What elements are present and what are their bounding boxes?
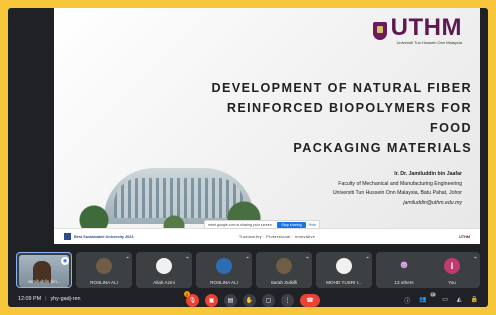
participant-name: MOHD YUSRI I... [326,280,362,285]
side-panel-buttons: ⓘ 👥15 ▭ ◭ 🔒 [404,292,478,305]
slide-title: DEVELOPMENT OF NATURAL FIBER REINFORCED … [204,78,472,158]
people-icon[interactable]: 👥15 [419,292,437,305]
more-vert-icon: ⋮ [284,298,291,304]
mic-off-icon: ⌁ [365,255,369,261]
footer-left: Best Sustainable University 2023 [64,233,194,240]
avatar [156,258,172,274]
footer-tagline: Trustworthy · Professional · Innovative [238,234,316,239]
people-icon: ☻ [398,259,410,271]
mic-off-icon: ⌁ [125,255,129,261]
separator: | [45,296,47,302]
meet-window: UTHM Universiti Tun Hussein Onn Malaysia… [8,8,488,307]
meeting-info: 12:09 PM | yhy-gadj-ren [18,296,80,302]
chat-icon[interactable]: ▭ [442,296,448,305]
participant-tile[interactable]: ⌁ ROSLINA ALI [76,252,132,288]
logo-subtitle: Universiti Tun Hussein Onn Malaysia [396,40,462,45]
avatar [276,258,292,274]
share-text: meet.google.com is sharing your screen. [208,222,273,227]
camera-off-icon: ▣ [208,298,215,304]
footer-right: UTHM [459,234,470,239]
participant-name: ROSLINA ALI [90,280,118,285]
people-count-badge: 15 [429,292,437,297]
self-avatar: I [444,258,460,274]
activities-icon[interactable]: ◭ [457,296,462,305]
participant-tile[interactable]: ⌁ Sarah Zulkifli [256,252,312,288]
avatar [216,258,232,274]
self-name: You [448,280,456,285]
avatar [336,258,352,274]
mic-off-icon: 🎙 [188,298,197,304]
lock-icon[interactable]: 🔒 [471,296,478,305]
clock-time: 12:09 PM [18,296,42,302]
meeting-code[interactable]: yhy-gadj-ren [50,296,80,302]
microphone-button[interactable]: 🎙 1 [184,291,199,307]
participant-name: Jamiluddin bin... [27,279,61,284]
control-buttons: 🎙 1 ▣ ▤ ✋ ▢ ⋮ ☎ [184,291,320,307]
participant-name: Sarah Zulkifli [270,280,298,285]
captions-icon: ▤ [227,298,234,304]
camera-button[interactable]: ▣ [205,294,218,307]
mic-off-icon: ⌁ [245,255,249,261]
hide-button[interactable]: Hide [309,223,316,227]
hand-icon: ✋ [245,298,254,304]
participant-strip: ◉ Jamiluddin bin... ⌁ ROSLINA ALI ⌁ Alia… [8,252,488,288]
mic-off-icon: ⌁ [185,255,189,261]
uthm-logo: UTHM Universiti Tun Hussein Onn Malaysia [372,14,462,45]
participant-name: ROSLINA ALI [210,280,238,285]
screen-share-notice: meet.google.com is sharing your screen. … [204,220,320,229]
participant-tile[interactable]: ⌁ MOHD YUSRI I... [316,252,372,288]
logo-text: UTHM [390,14,462,41]
title-line-3: PACKAGING MATERIALS [293,141,472,155]
participant-tile[interactable]: ⌁ Aliah Azmi [136,252,192,288]
mic-off-icon: ⌁ [473,255,477,261]
present-button[interactable]: ▢ [262,294,275,307]
warning-badge: 1 [184,291,190,297]
participant-tile[interactable]: ⌁ ROSLINA ALI [196,252,252,288]
pin-icon[interactable]: ◉ [61,257,69,265]
slide-footer: Best Sustainable University 2023 Trustwo… [54,228,480,244]
crest-icon [372,21,387,40]
award-icon [64,233,71,240]
campus-building-image [74,156,269,230]
mic-off-icon: ⌁ [305,255,309,261]
participant-tile[interactable]: ◉ Jamiluddin bin... [16,252,72,288]
captions-button[interactable]: ▤ [224,294,237,307]
others-count: 13 others [394,280,414,285]
stop-sharing-button[interactable]: Stop sharing [277,221,306,228]
raise-hand-button[interactable]: ✋ [243,294,256,307]
title-line-2: REINFORCED BIOPOLYMERS FOR FOOD [226,101,472,135]
self-tile[interactable]: I ⌁ You [424,252,480,288]
avatar [96,258,112,274]
present-icon: ▢ [265,298,272,304]
leave-call-button[interactable]: ☎ [300,294,320,307]
meeting-controls-bar: 12:09 PM | yhy-gadj-ren 🎙 1 ▣ ▤ ✋ ▢ ⋮ ☎ ⓘ … [8,291,488,307]
info-icon[interactable]: ⓘ [404,296,410,305]
title-line-1: DEVELOPMENT OF NATURAL FIBER [211,81,472,95]
phone-hangup-icon: ☎ [306,298,314,304]
more-options-button[interactable]: ⋮ [281,294,294,307]
shared-screen-slide: UTHM Universiti Tun Hussein Onn Malaysia… [54,8,480,244]
participant-name: Aliah Azmi [153,280,175,285]
